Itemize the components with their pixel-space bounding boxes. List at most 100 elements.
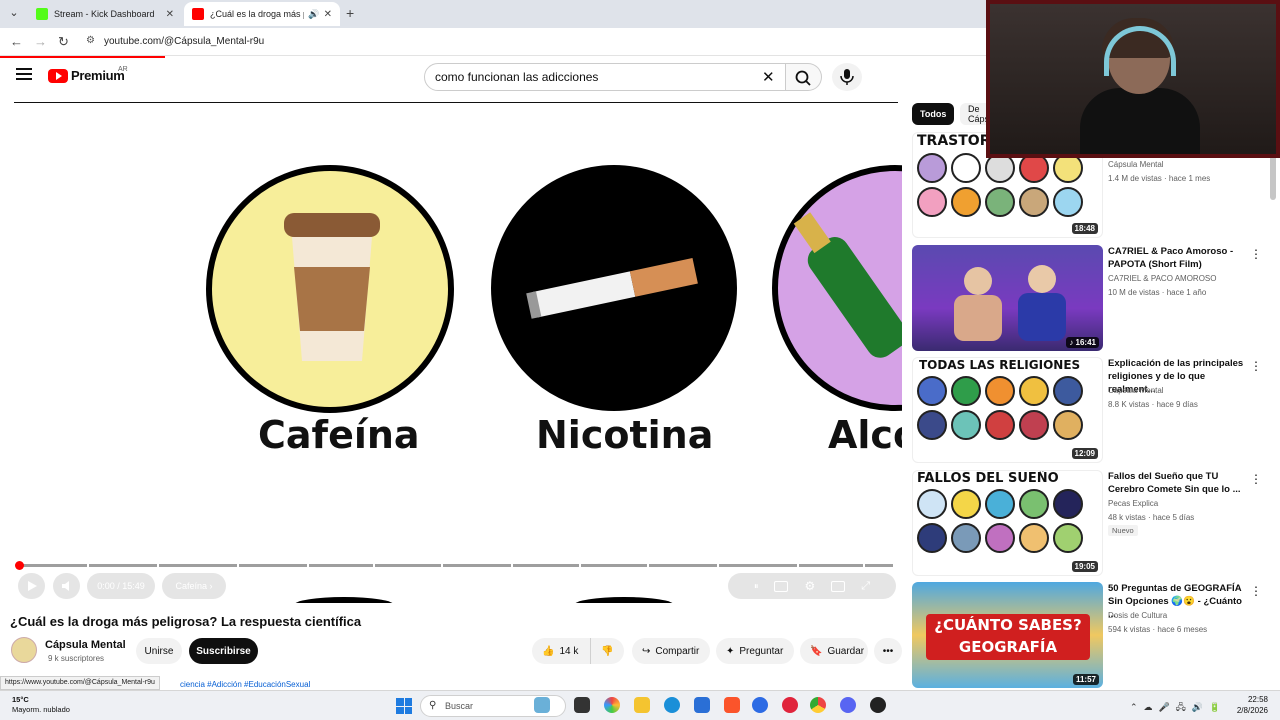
- chrome-browser-icon[interactable]: [810, 697, 826, 713]
- recommendation-channel[interactable]: Cápsula Mental: [1108, 160, 1164, 169]
- site-info-icon[interactable]: ⚙: [86, 35, 95, 46]
- chapter-segment[interactable]: [309, 564, 373, 567]
- recommendation-item[interactable]: ♪ 16:41 CA7RIEL & Paco Amoroso - PAPOTA …: [912, 245, 1272, 351]
- chapter-segment[interactable]: [719, 564, 797, 567]
- search-input[interactable]: como funcionan las adicciones: [424, 63, 786, 91]
- chapter-segment[interactable]: [513, 564, 579, 567]
- search-icon: [795, 70, 811, 86]
- recommendation-item[interactable]: FALLOS DEL SUEÑO 19:05 Fallos del Sueño …: [912, 470, 1272, 576]
- description-hashtags[interactable]: ciencia #Adicción #EducaciónSexual: [180, 680, 310, 689]
- ea-app-icon[interactable]: [752, 697, 768, 713]
- recommendation-item[interactable]: ¿CUÁNTO SABES? GEOGRAFÍA 11:57 50 Pregun…: [912, 582, 1272, 688]
- chapter-segment[interactable]: [443, 564, 511, 567]
- recommendation-meta: 8.8 K vistas · hace 9 días: [1108, 400, 1198, 409]
- subtitles-icon[interactable]: [774, 580, 789, 592]
- more-options-icon[interactable]: ⋮: [1250, 359, 1262, 373]
- channel-name[interactable]: Cápsula Mental: [45, 639, 126, 651]
- chapter-segment[interactable]: [159, 564, 237, 567]
- reload-icon[interactable]: ↻: [58, 34, 69, 50]
- thumbs-down-icon: 👎: [601, 645, 614, 657]
- kick-favicon-icon: [36, 8, 48, 20]
- recommendation-channel[interactable]: Cápsula Mental: [1108, 386, 1164, 395]
- clear-search-icon[interactable]: ✕: [762, 68, 775, 86]
- fullscreen-icon[interactable]: ⤢: [861, 580, 870, 593]
- chapter-segment[interactable]: [239, 564, 307, 567]
- theater-mode-icon[interactable]: [831, 580, 846, 592]
- dislike-button[interactable]: 👎: [590, 638, 624, 664]
- chapter-segment[interactable]: [375, 564, 441, 567]
- file-explorer-icon[interactable]: [634, 697, 650, 713]
- recommendation-channel[interactable]: CA7RIEL & PACO AMOROSO: [1108, 274, 1216, 283]
- app-tray-icon[interactable]: [870, 697, 886, 713]
- search-button[interactable]: [786, 63, 822, 91]
- chapter-button[interactable]: Cafeína ›: [162, 573, 226, 599]
- system-tray-icons[interactable]: ⌃☁🎤🖧🔊🔋: [1130, 700, 1226, 716]
- taskbar-clock[interactable]: 22:58 2/8/2026: [1228, 694, 1268, 716]
- recommendation-item[interactable]: TODAS LAS RELIGIONES 12:09 Explicación d…: [912, 357, 1272, 463]
- tab-search-chevron-icon[interactable]: ⌄: [6, 6, 22, 22]
- tab-close-icon[interactable]: ✕: [166, 9, 174, 20]
- youtube-premium-logo[interactable]: Premium: [48, 68, 125, 83]
- recommendation-channel[interactable]: Pecas Explica: [1108, 499, 1158, 508]
- edge-browser-icon[interactable]: [664, 697, 680, 713]
- chip-all[interactable]: Todos: [912, 103, 955, 125]
- like-button[interactable]: 👍 14 k: [532, 638, 590, 664]
- chapter-segment[interactable]: [649, 564, 717, 567]
- progress-bar[interactable]: [19, 564, 895, 567]
- video-player[interactable]: Cafeína Nicotina Alco: [14, 103, 902, 603]
- ask-button[interactable]: ✦ Preguntar: [716, 638, 794, 664]
- tab-audio-icon[interactable]: 🔊: [308, 9, 319, 20]
- weather-widget[interactable]: 15°C Mayorm. nublado: [12, 695, 70, 715]
- forward-arrow-icon[interactable]: →: [34, 34, 47, 49]
- hamburger-menu-icon[interactable]: [16, 68, 32, 82]
- chapter-segment[interactable]: [19, 564, 87, 567]
- recommendation-thumbnail[interactable]: FALLOS DEL SUEÑO 19:05: [912, 470, 1103, 576]
- recommendation-title[interactable]: Fallos del Sueño que TU Cerebro Comete S…: [1108, 470, 1248, 496]
- chapter-segment[interactable]: [865, 564, 893, 567]
- recommendation-meta: 594 k vistas · hace 6 meses: [1108, 625, 1208, 634]
- copilot-icon[interactable]: [604, 697, 620, 713]
- coffee-illustration: [206, 165, 454, 413]
- url-field[interactable]: youtube.com/@Cápsula_Mental-r9u: [104, 36, 264, 47]
- back-arrow-icon[interactable]: ←: [10, 34, 23, 49]
- new-tab-icon[interactable]: +: [346, 5, 354, 21]
- settings-gear-icon[interactable]: ⚙: [804, 579, 815, 593]
- chapter-segment[interactable]: [89, 564, 157, 567]
- save-button[interactable]: 🔖 Guardar: [800, 638, 868, 664]
- tab-kick-dashboard[interactable]: Stream - Kick Dashboard ✕: [28, 2, 182, 26]
- tab-close-icon[interactable]: ✕: [324, 9, 332, 20]
- media-player-icon[interactable]: [782, 697, 798, 713]
- share-button[interactable]: ↪ Compartir: [632, 638, 710, 664]
- more-options-icon[interactable]: ⋮: [1250, 247, 1262, 261]
- video-label-caffeine: Cafeína: [258, 413, 420, 457]
- tab-youtube-video[interactable]: ¿Cuál es la droga más peligrosa? 🔊 ✕: [184, 2, 340, 26]
- more-options-icon[interactable]: ⋮: [1250, 584, 1262, 598]
- recommendation-thumbnail[interactable]: TODAS LAS RELIGIONES 12:09: [912, 357, 1103, 463]
- more-actions-button[interactable]: •••: [874, 638, 902, 664]
- tab-title: ¿Cuál es la droga más peligrosa?: [210, 9, 304, 19]
- autoplay-toggle-icon[interactable]: ⏸: [754, 581, 759, 592]
- recommendation-channel[interactable]: Dosis de Cultura: [1108, 611, 1167, 620]
- store-icon[interactable]: [694, 697, 710, 713]
- subscriber-count: 9 k suscriptores: [48, 654, 105, 663]
- play-button[interactable]: [18, 573, 45, 599]
- thumbnail-icon-grid: [917, 376, 1102, 440]
- chapter-segment[interactable]: [799, 564, 863, 567]
- task-view-icon[interactable]: [574, 697, 590, 713]
- volume-button[interactable]: [53, 573, 80, 599]
- subscribe-button[interactable]: Suscribirse: [189, 638, 258, 664]
- progress-scrubber[interactable]: [15, 561, 24, 570]
- more-options-icon[interactable]: ⋮: [1250, 472, 1262, 486]
- play-icon: [27, 581, 37, 591]
- brave-browser-icon[interactable]: [724, 697, 740, 713]
- recommendation-title[interactable]: CA7RIEL & Paco Amoroso - PAPOTA (Short F…: [1108, 245, 1248, 271]
- windows-start-icon[interactable]: [396, 698, 412, 714]
- join-button[interactable]: Unirse: [136, 638, 182, 664]
- discord-icon[interactable]: [840, 697, 856, 713]
- recommendation-thumbnail[interactable]: ♪ 16:41: [912, 245, 1103, 351]
- voice-search-button[interactable]: [832, 63, 862, 91]
- recommendation-thumbnail[interactable]: ¿CUÁNTO SABES? GEOGRAFÍA 11:57: [912, 582, 1103, 688]
- channel-avatar[interactable]: [11, 637, 37, 663]
- chapter-segment[interactable]: [581, 564, 647, 567]
- news-widget-icon[interactable]: [534, 697, 550, 713]
